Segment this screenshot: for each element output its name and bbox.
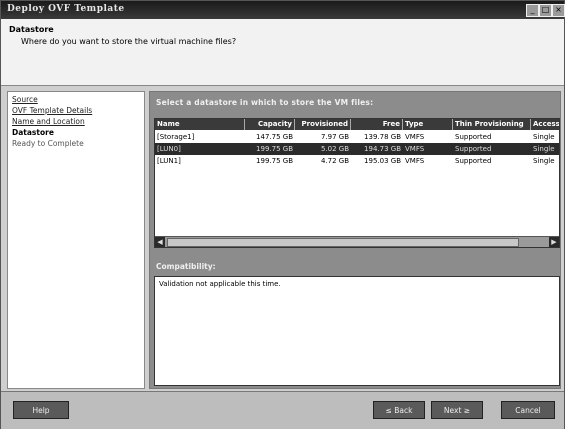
window-title: Deploy OVF Template xyxy=(7,4,125,14)
cell-free: 195.03 GB xyxy=(364,157,401,165)
cancel-button[interactable]: Cancel xyxy=(501,401,555,419)
title-bar[interactable]: Deploy OVF Template _ □ × xyxy=(1,1,565,19)
cell-type: VMFS xyxy=(405,145,425,153)
page-title: Datastore xyxy=(9,25,54,34)
column-free[interactable]: Free xyxy=(351,119,403,130)
cell-access: Single xyxy=(533,157,555,165)
column-capacity[interactable]: Capacity xyxy=(245,119,295,130)
back-button[interactable]: ≤ Back xyxy=(373,401,425,419)
steps-panel: Source OVF Template Details Name and Loc… xyxy=(7,91,145,389)
column-type[interactable]: Type xyxy=(403,119,453,130)
column-thin-provisioning[interactable]: Thin Provisioning xyxy=(453,119,531,130)
wizard-footer: Help ≤ Back Next ≥ Cancel xyxy=(1,391,564,429)
horizontal-scrollbar[interactable]: ◀ ▶ xyxy=(155,236,559,247)
cell-provisioned: 7.97 GB xyxy=(320,133,349,141)
cell-free: 139.78 GB xyxy=(364,133,401,141)
step-datastore: Datastore xyxy=(12,128,54,137)
cell-capacity: 147.75 GB xyxy=(256,133,293,141)
cell-name: [LUN1] xyxy=(157,157,181,165)
table-header: Name Capacity Provisioned Free Type Thin… xyxy=(155,119,559,130)
datastore-select-label: Select a datastore in which to store the… xyxy=(156,98,374,107)
deploy-ovf-window: Deploy OVF Template _ □ × Datastore Wher… xyxy=(0,0,565,429)
maximize-button[interactable]: □ xyxy=(539,4,552,17)
cell-thin: Supported xyxy=(455,157,492,165)
wizard-header: Datastore Where do you want to store the… xyxy=(1,19,564,86)
cell-type: VMFS xyxy=(405,157,425,165)
cell-type: VMFS xyxy=(405,133,425,141)
column-provisioned[interactable]: Provisioned xyxy=(295,119,351,130)
column-access[interactable]: Access xyxy=(531,119,559,130)
cell-access: Single xyxy=(533,145,555,153)
help-button[interactable]: Help xyxy=(13,401,69,419)
compatibility-box: Validation not applicable this time. xyxy=(154,276,560,386)
close-button[interactable]: × xyxy=(552,4,565,17)
step-ovf-template-details[interactable]: OVF Template Details xyxy=(12,106,144,116)
step-source[interactable]: Source xyxy=(12,95,144,105)
cell-provisioned: 4.72 GB xyxy=(320,157,349,165)
scroll-thumb[interactable] xyxy=(167,238,519,247)
datastore-panel: Select a datastore in which to store the… xyxy=(149,91,561,389)
scroll-left-icon[interactable]: ◀ xyxy=(155,237,165,247)
table-row-selected[interactable]: [LUN0] 199.75 GB 5.02 GB 194.73 GB VMFS … xyxy=(155,143,559,155)
compatibility-text: Validation not applicable this time. xyxy=(159,280,281,288)
cell-name: [LUN0] xyxy=(157,145,181,153)
cell-provisioned: 5.02 GB xyxy=(320,145,349,153)
next-button[interactable]: Next ≥ xyxy=(431,401,483,419)
table-row[interactable]: [Storage1] 147.75 GB 7.97 GB 139.78 GB V… xyxy=(155,131,559,143)
cell-free: 194.73 GB xyxy=(364,145,401,153)
minimize-button[interactable]: _ xyxy=(526,4,539,17)
datastore-table[interactable]: Name Capacity Provisioned Free Type Thin… xyxy=(154,118,560,248)
step-ready-to-complete: Ready to Complete xyxy=(12,139,84,148)
scroll-right-icon[interactable]: ▶ xyxy=(549,237,559,247)
page-subtitle: Where do you want to store the virtual m… xyxy=(21,37,237,46)
cell-thin: Supported xyxy=(455,145,492,153)
cell-thin: Supported xyxy=(455,133,492,141)
cell-access: Single xyxy=(533,133,555,141)
cell-name: [Storage1] xyxy=(157,133,195,141)
table-row[interactable]: [LUN1] 199.75 GB 4.72 GB 195.03 GB VMFS … xyxy=(155,155,559,167)
cell-capacity: 199.75 GB xyxy=(256,157,293,165)
compatibility-label: Compatibility: xyxy=(156,262,216,271)
step-name-and-location[interactable]: Name and Location xyxy=(12,117,144,127)
column-name[interactable]: Name xyxy=(155,119,245,130)
cell-capacity: 199.75 GB xyxy=(256,145,293,153)
